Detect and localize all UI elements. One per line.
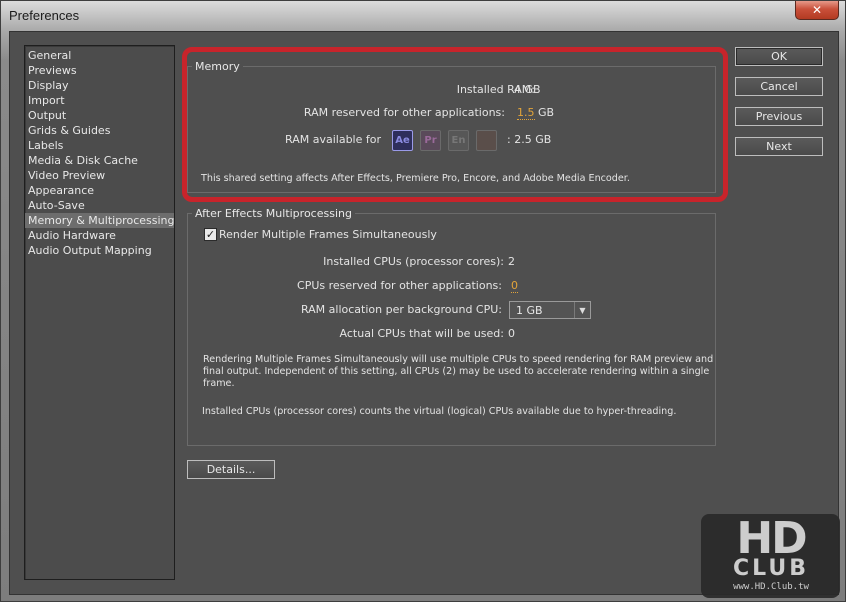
installed-cpus-label: Installed CPUs (processor cores): [323,255,504,268]
sidebar-item[interactable]: Previews [25,63,174,78]
sidebar-item[interactable]: Appearance [25,183,174,198]
previous-button[interactable]: Previous [735,107,823,126]
multiprocessing-note-line: final output. Independent of this settin… [203,366,710,377]
next-button[interactable]: Next [735,137,823,156]
details-button[interactable]: Details... [187,460,275,479]
next-button-label: Next [766,140,792,153]
sidebar-item[interactable]: Display [25,78,174,93]
details-button-label: Details... [206,463,256,476]
sidebar-item[interactable]: Audio Output Mapping [25,243,174,258]
actual-cpus-value: 0 [508,327,515,340]
hdclub-watermark-logo: HD CLUB www.HD.Club.tw [701,514,840,598]
sidebar-item[interactable]: General [25,48,174,63]
sidebar-item[interactable]: Labels [25,138,174,153]
hyperthreading-note: Installed CPUs (processor cores) counts … [202,406,677,417]
sidebar-item[interactable]: Audio Hardware [25,228,174,243]
sidebar-item[interactable]: Media & Disk Cache [25,153,174,168]
memory-highlight-outline [182,47,728,202]
ok-button[interactable]: OK [735,47,823,66]
sidebar-item[interactable]: Auto-Save [25,198,174,213]
ram-allocation-dropdown[interactable]: 1 GB ▼ [509,301,591,319]
cancel-button[interactable]: Cancel [735,77,823,96]
chevron-down-icon: ▼ [574,302,590,318]
multiprocessing-note-line: Rendering Multiple Frames Simultaneously… [203,354,714,365]
render-multiple-checkbox[interactable]: ✓ [204,228,217,241]
dialog-client-area: General Previews Display Import Output Grids … [9,31,839,595]
reserved-cpus-value[interactable]: 0 [511,279,518,293]
close-icon: ✕ [811,3,823,17]
watermark-url: www.HD.Club.tw [733,582,809,592]
ram-allocation-label: RAM allocation per background CPU: [300,303,502,316]
sidebar-item[interactable]: Video Preview [25,168,174,183]
reserved-cpus-field[interactable]: 0 [511,279,518,293]
cancel-button-label: Cancel [760,80,798,93]
sidebar-item[interactable]: Output [25,108,174,123]
ram-allocation-value: 1 GB [516,304,543,317]
sidebar-item[interactable]: Memory & Multiprocessing [25,213,174,228]
category-list[interactable]: General Previews Display Import Output Grids … [24,45,175,580]
checkmark-icon: ✓ [205,228,216,241]
render-multiple-label[interactable]: Render Multiple Frames Simultaneously [219,228,437,241]
ok-button-label: OK [771,50,787,63]
reserved-cpus-label: CPUs reserved for other applications: [297,279,502,292]
installed-cpus-value: 2 [508,255,515,268]
sidebar-item[interactable]: Grids & Guides [25,123,174,138]
multiprocessing-group-title: After Effects Multiprocessing [192,207,355,220]
sidebar-item[interactable]: Import [25,93,174,108]
multiprocessing-note-line: frame. [203,378,235,389]
close-button[interactable]: ✕ [795,1,839,20]
watermark-club: CLUB [732,556,809,581]
window-title: Preferences [9,8,80,23]
multiprocessing-note: Rendering Multiple Frames Simultaneously… [203,354,713,390]
actual-cpus-label: Actual CPUs that will be used: [339,327,504,340]
preferences-window: Preferences ✕ General Previews Display Impo… [0,0,846,602]
title-bar[interactable]: Preferences ✕ [1,1,845,31]
previous-button-label: Previous [755,110,803,123]
